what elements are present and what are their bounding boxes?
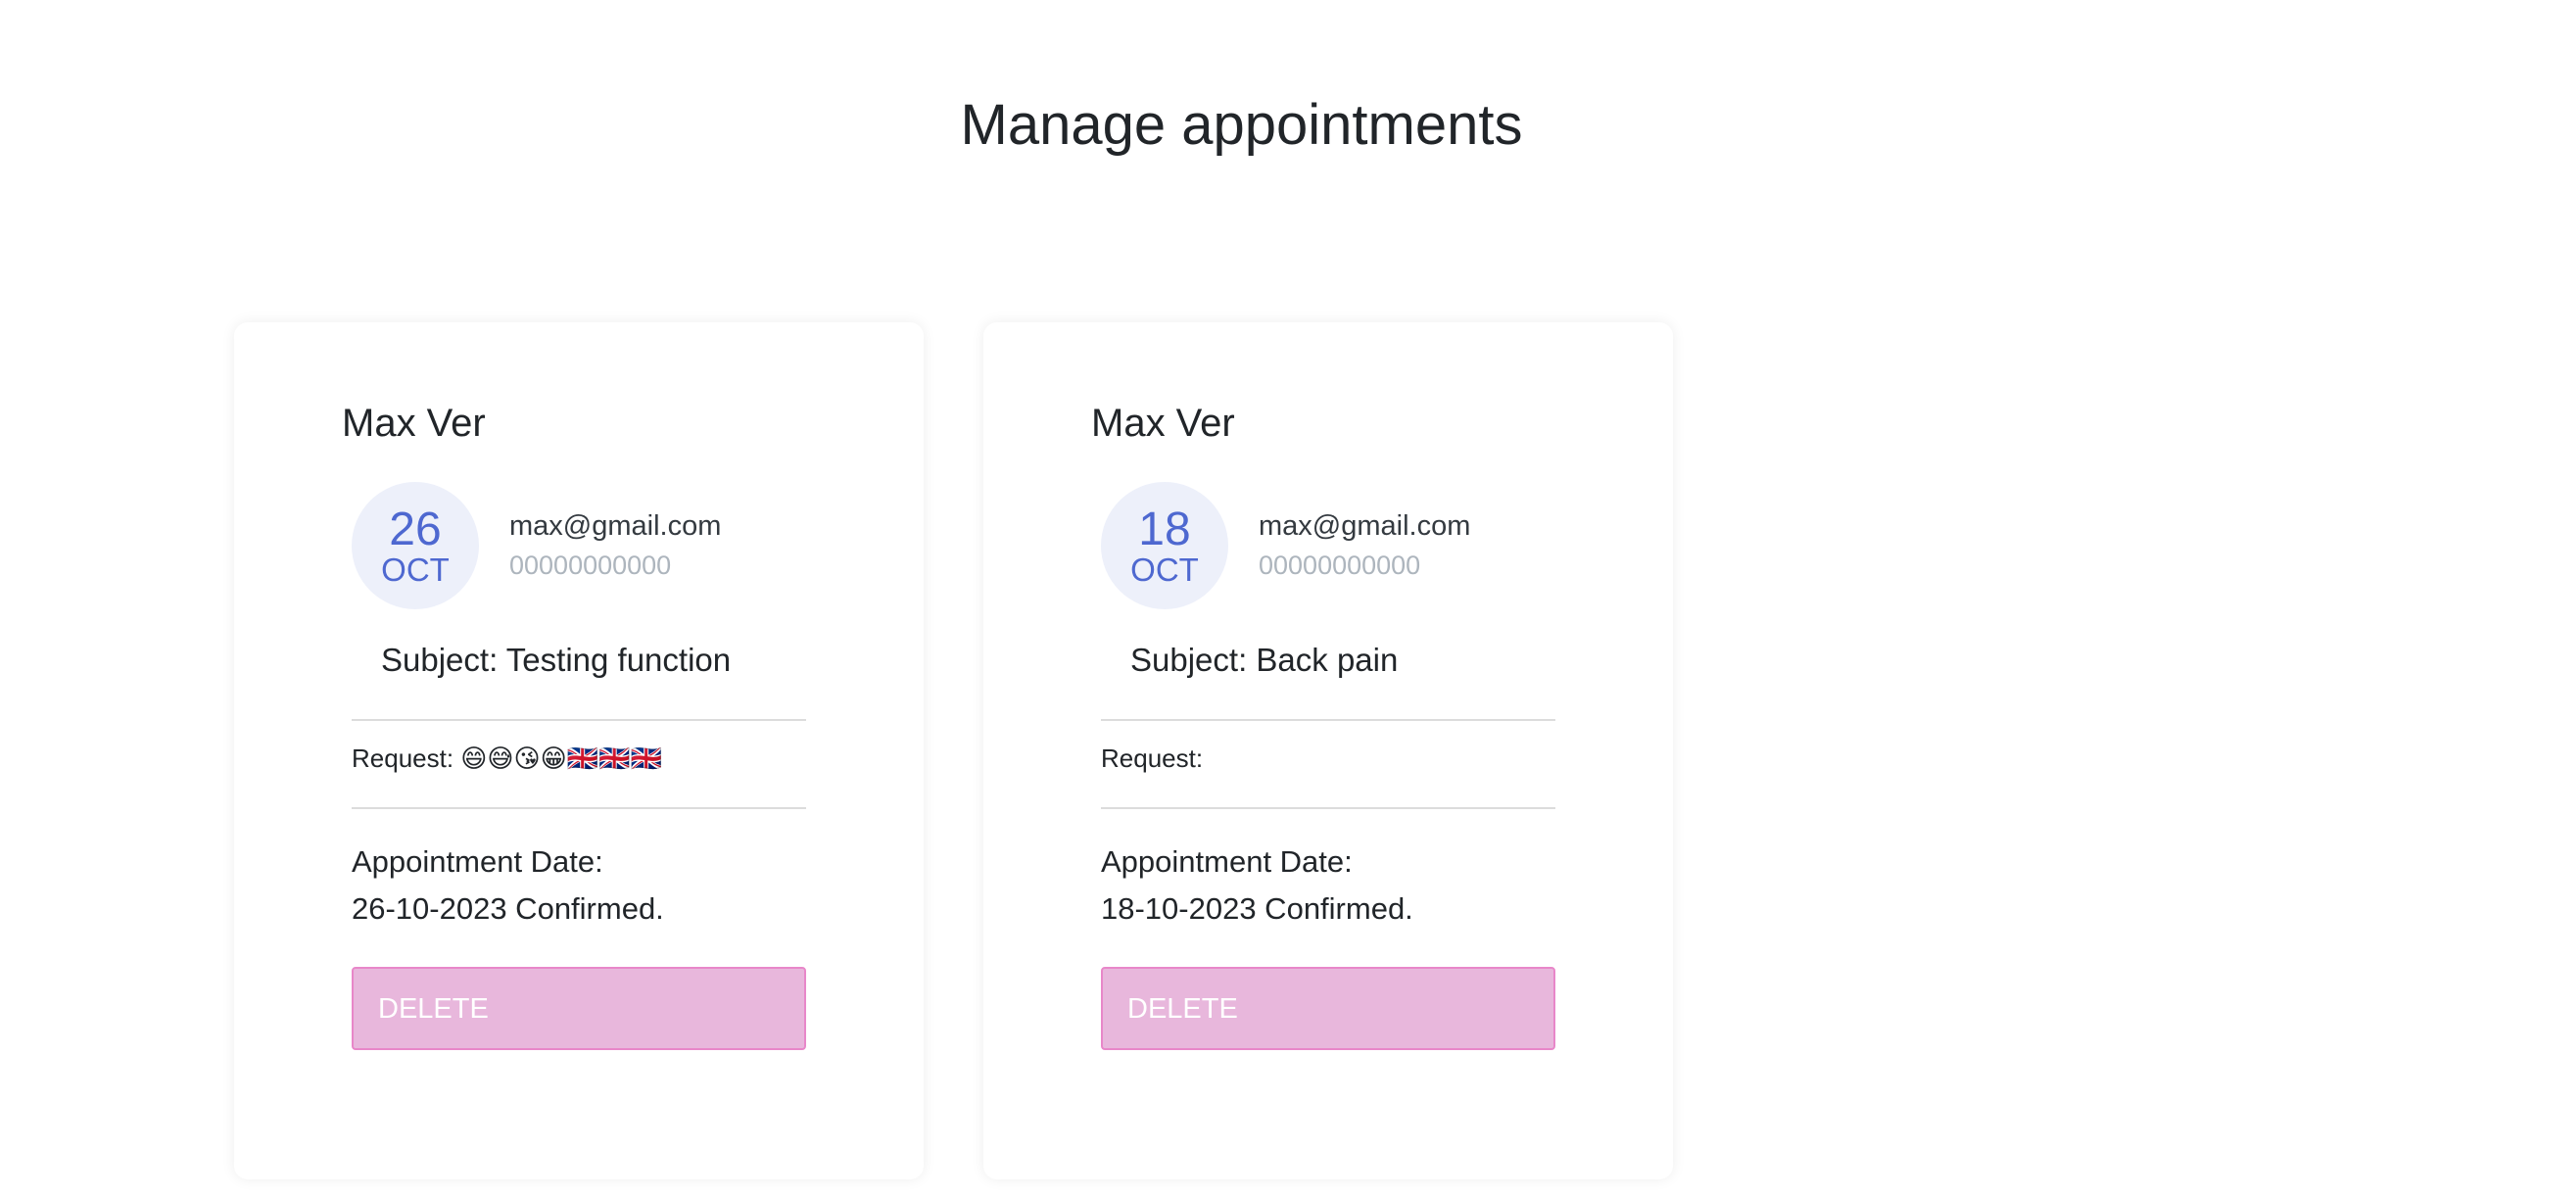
date-badge: 18 OCT (1101, 482, 1228, 609)
date-day: 26 (389, 504, 442, 555)
appointment-date-value: 18-10-2023 Confirmed. (1101, 891, 1413, 926)
divider (1101, 807, 1555, 809)
appointment-subject: Subject: Back pain (1130, 642, 1399, 678)
patient-phone: 00000000000 (509, 551, 672, 580)
date-day: 18 (1138, 504, 1191, 555)
appointment-card: Max Ver 18 OCT max@gmail.com 00000000000… (983, 322, 1673, 1179)
appointment-request: Request: 😄😅😘😁🇬🇧🇬🇧🇬🇧 (352, 743, 662, 773)
date-badge: 26 OCT (352, 482, 479, 609)
patient-phone: 00000000000 (1259, 551, 1421, 580)
appointment-request: Request: (1101, 743, 1204, 773)
divider (352, 719, 806, 721)
delete-button[interactable]: DELETE (1101, 967, 1555, 1050)
divider (352, 807, 806, 809)
patient-email: max@gmail.com (1259, 510, 1471, 542)
patient-name: Max Ver (342, 402, 486, 445)
delete-button[interactable]: DELETE (352, 967, 806, 1050)
patient-email: max@gmail.com (509, 510, 722, 542)
patient-name: Max Ver (1091, 402, 1235, 445)
appointment-date-label: Appointment Date: (352, 844, 603, 879)
appointment-date-label: Appointment Date: (1101, 844, 1353, 879)
page-title: Manage appointments (960, 93, 1523, 157)
appointment-card: Max Ver 26 OCT max@gmail.com 00000000000… (234, 322, 924, 1179)
appointment-subject: Subject: Testing function (381, 642, 732, 678)
divider (1101, 719, 1555, 721)
date-month: OCT (1130, 552, 1199, 588)
appointment-date-value: 26-10-2023 Confirmed. (352, 891, 664, 926)
date-month: OCT (381, 552, 450, 588)
